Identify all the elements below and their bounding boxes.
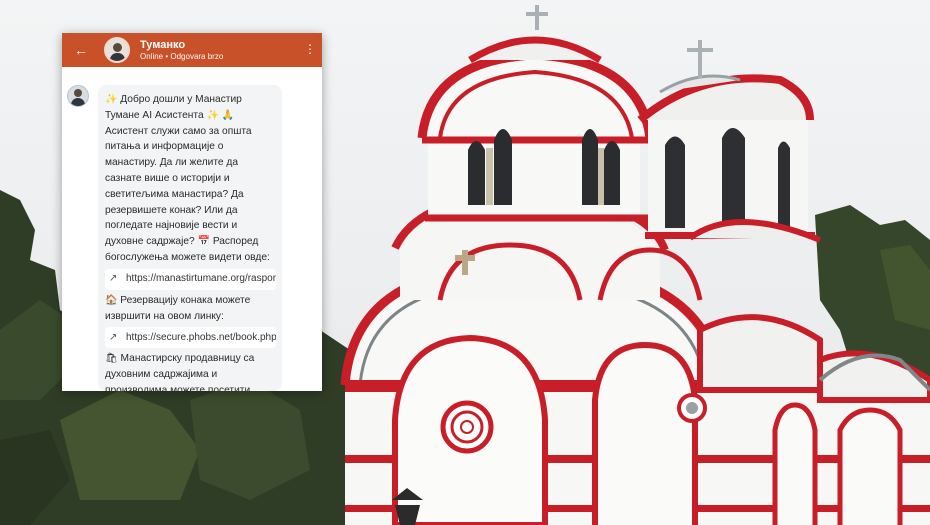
sparkle-icon: ✨ — [206, 109, 219, 121]
arrow-left-icon[interactable]: ← — [72, 41, 90, 59]
message-shop: Манастирску продавницу са духовним садрж… — [105, 353, 255, 391]
chat-title: Туманко — [140, 38, 186, 51]
schedule-link-text[interactable]: https://manastirtumane.org/raspored — [126, 271, 276, 287]
chat-widget: ← Туманко Online • Odgovara brzo ⋮ ✨ Доб… — [62, 33, 322, 391]
sparkle-icon: ✨ — [105, 94, 118, 105]
external-link-icon: ↗ — [109, 331, 118, 343]
chat-header: ← Туманко Online • Odgovara brzo ⋮ — [62, 33, 322, 67]
message-bubble: ✨ Добро дошли у Манастир Тумане AI Асист… — [98, 85, 282, 391]
message-text: ✨ Добро дошли у Манастир Тумане AI Асист… — [105, 92, 276, 266]
pray-icon: 🙏 — [221, 109, 235, 121]
calendar-icon: 📅 — [197, 236, 210, 248]
shopping-bag-icon: 🛍 — [105, 353, 118, 365]
more-vertical-icon[interactable]: ⋮ — [304, 42, 316, 56]
schedule-link[interactable]: ↗ https://manastirtumane.org/raspored — [105, 268, 276, 290]
chat-messages[interactable]: ✨ Добро дошли у Манастир Тумане AI Асист… — [62, 67, 322, 391]
booking-link-text[interactable]: https://secure.phobs.net/book.php — [126, 330, 276, 346]
bot-avatar — [67, 85, 89, 107]
chat-status: Online • Odgovara brzo — [140, 51, 224, 61]
booking-link[interactable]: ↗ https://secure.phobs.net/book.php — [105, 327, 276, 349]
message-lodging: Резервацију конака можете извршити на ов… — [105, 294, 251, 322]
assistant-avatar — [104, 37, 130, 63]
external-link-icon: ↗ — [109, 273, 118, 285]
house-icon: 🏠 — [105, 294, 118, 306]
message-body: Асистент служи само за општа питања и ин… — [105, 125, 252, 248]
